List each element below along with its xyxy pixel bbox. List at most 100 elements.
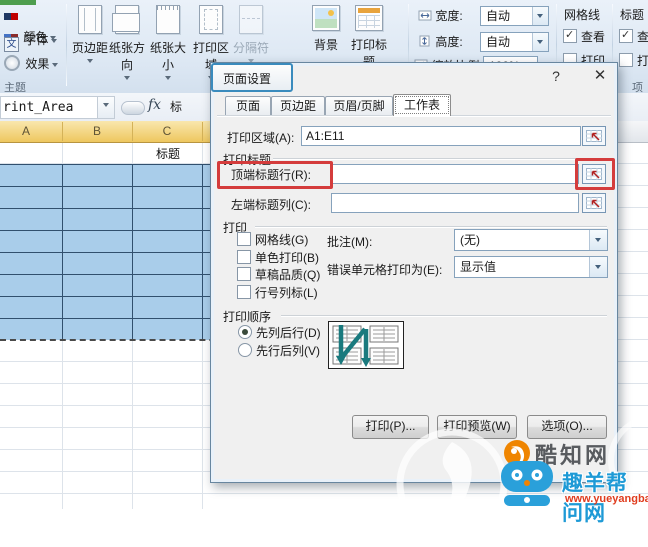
groupbox-line [273, 158, 607, 159]
name-box[interactable]: rint_Area [0, 96, 100, 119]
gridlines-checkbox-label: 网格线(G) [255, 231, 308, 248]
draft-quality-checkbox[interactable] [237, 267, 251, 281]
name-box-dropdown[interactable] [97, 96, 115, 119]
gridlines-view-label: 查看 [581, 30, 605, 44]
chevron-down-icon [103, 103, 109, 107]
options-button[interactable]: 选项(O)... [527, 415, 607, 439]
tab-margins[interactable]: 页边距 [271, 96, 325, 116]
groupbox-line [255, 226, 607, 227]
width-select[interactable]: 自动 [480, 6, 549, 26]
width-label: 宽度: [435, 9, 462, 23]
theme-fonts-button[interactable]: 文 字体 [4, 30, 62, 51]
gridlines-checkbox[interactable] [237, 232, 251, 246]
row-col-headings-checkbox-label: 行号列标(L) [255, 284, 318, 301]
chevron-down-icon [165, 76, 171, 80]
gridlines-group-label: 网格线 [564, 6, 600, 23]
theme-effects-button[interactable]: 效果 [4, 54, 62, 75]
headings-view-checkbox[interactable]: 查看 [619, 28, 648, 45]
column-header-b[interactable]: B [77, 124, 117, 138]
headings-print-checkbox[interactable]: 打印 [619, 52, 648, 69]
theme-effects-label: 效果 [25, 57, 49, 71]
orientation-label: 纸张方向 [104, 39, 150, 73]
left-col-range-selector-button[interactable] [582, 193, 606, 213]
width-icon [418, 10, 432, 21]
over-then-down-label: 先行后列(V) [256, 342, 320, 359]
formula-buttons-pill [121, 101, 145, 115]
row-col-headings-checkbox[interactable] [237, 285, 251, 299]
over-then-down-radio[interactable] [238, 343, 252, 357]
breaks-label: 分隔符 [228, 39, 274, 56]
fit-height-row: 高度: [418, 32, 463, 52]
orientation-button[interactable]: 纸张方向 [104, 5, 150, 80]
cell-errors-value: 显示值 [460, 260, 496, 274]
theme-colors-button[interactable]: 颜色 [4, 6, 62, 27]
orientation-icon [115, 5, 139, 34]
left-col-input[interactable] [331, 193, 579, 213]
down-then-over-radio[interactable] [238, 325, 252, 339]
black-white-checkbox[interactable] [237, 250, 251, 264]
yueyang-watermark-url: www.yueyangbang.com [565, 493, 648, 505]
errors-field-label: 错误单元格打印为(E): [327, 261, 442, 278]
chevron-down-icon [51, 39, 57, 43]
comments-select[interactable]: (无) [454, 229, 608, 251]
header-divider [132, 122, 133, 141]
tab-sheet[interactable]: 工作表 [393, 94, 451, 116]
background-button[interactable]: 背景 [303, 5, 349, 53]
print-titles-icon [355, 5, 383, 31]
gridlines-view-checkbox[interactable]: 查看 [563, 28, 605, 45]
highlight-box-top-row-selector [575, 158, 615, 190]
paper-size-icon [156, 5, 180, 34]
cell-errors-select[interactable]: 显示值 [454, 256, 608, 278]
page-order-group-label: 打印顺序 [223, 308, 271, 325]
chevron-down-icon[interactable] [532, 33, 548, 51]
page-order-preview-image [328, 321, 404, 369]
black-white-checkbox-label: 单色打印(B) [255, 249, 319, 266]
chevron-down-icon[interactable] [589, 257, 607, 277]
formula-content[interactable]: 标 [170, 98, 182, 115]
top-row-input[interactable] [331, 164, 579, 184]
height-icon [418, 35, 432, 47]
page-order-preview [328, 321, 404, 372]
chevron-down-icon [124, 76, 130, 80]
fit-width-row: 宽度: [418, 6, 463, 26]
fonts-icon: 文 [4, 37, 19, 52]
checkbox-checked-icon[interactable] [563, 29, 577, 43]
print-area-range-selector-button[interactable] [582, 126, 606, 146]
breaks-icon [239, 5, 263, 34]
dialog-title: 页面设置 [223, 70, 271, 87]
range-selector-icon [586, 197, 602, 209]
height-select[interactable]: 自动 [480, 32, 549, 52]
down-then-over-label: 先列后行(D) [256, 324, 321, 341]
comments-value: (无) [460, 233, 480, 247]
checkbox-unchecked-icon[interactable] [619, 53, 633, 67]
header-divider [62, 122, 63, 141]
column-header-a[interactable]: A [6, 124, 46, 138]
groupbox-line [281, 315, 607, 316]
highlight-box-top-row-label [217, 161, 333, 189]
cell-c1-title[interactable]: 标题 [133, 145, 203, 162]
close-icon[interactable]: ✕ [589, 66, 611, 84]
print-titles-button[interactable]: 打印标题 [346, 5, 392, 70]
comments-field-label: 批注(M): [327, 233, 372, 250]
height-label: 高度: [435, 35, 462, 49]
paper-size-label: 纸张大小 [145, 39, 191, 73]
help-icon[interactable]: ? [547, 68, 565, 84]
chevron-down-icon[interactable] [589, 230, 607, 250]
tab-page[interactable]: 页面 [225, 96, 271, 116]
chevron-down-icon[interactable] [532, 7, 548, 25]
active-tab-strip [0, 0, 36, 5]
print-area-icon [199, 5, 223, 34]
tab-header-footer[interactable]: 页眉/页脚 [325, 96, 393, 116]
insert-function-button[interactable]: fx [148, 97, 161, 113]
background-icon [312, 5, 340, 31]
draft-quality-checkbox-label: 草稿品质(Q) [255, 266, 320, 283]
checkbox-checked-icon[interactable] [619, 29, 633, 43]
swirl-icon [392, 424, 512, 544]
paper-size-button[interactable]: 纸张大小 [145, 5, 191, 80]
headings-view-label: 查看 [637, 30, 648, 44]
column-header-c[interactable]: C [147, 124, 187, 138]
width-value: 自动 [486, 9, 510, 23]
print-area-input[interactable]: A1:E11 [301, 126, 581, 146]
margins-icon [78, 5, 102, 34]
robot-icon [496, 458, 560, 508]
